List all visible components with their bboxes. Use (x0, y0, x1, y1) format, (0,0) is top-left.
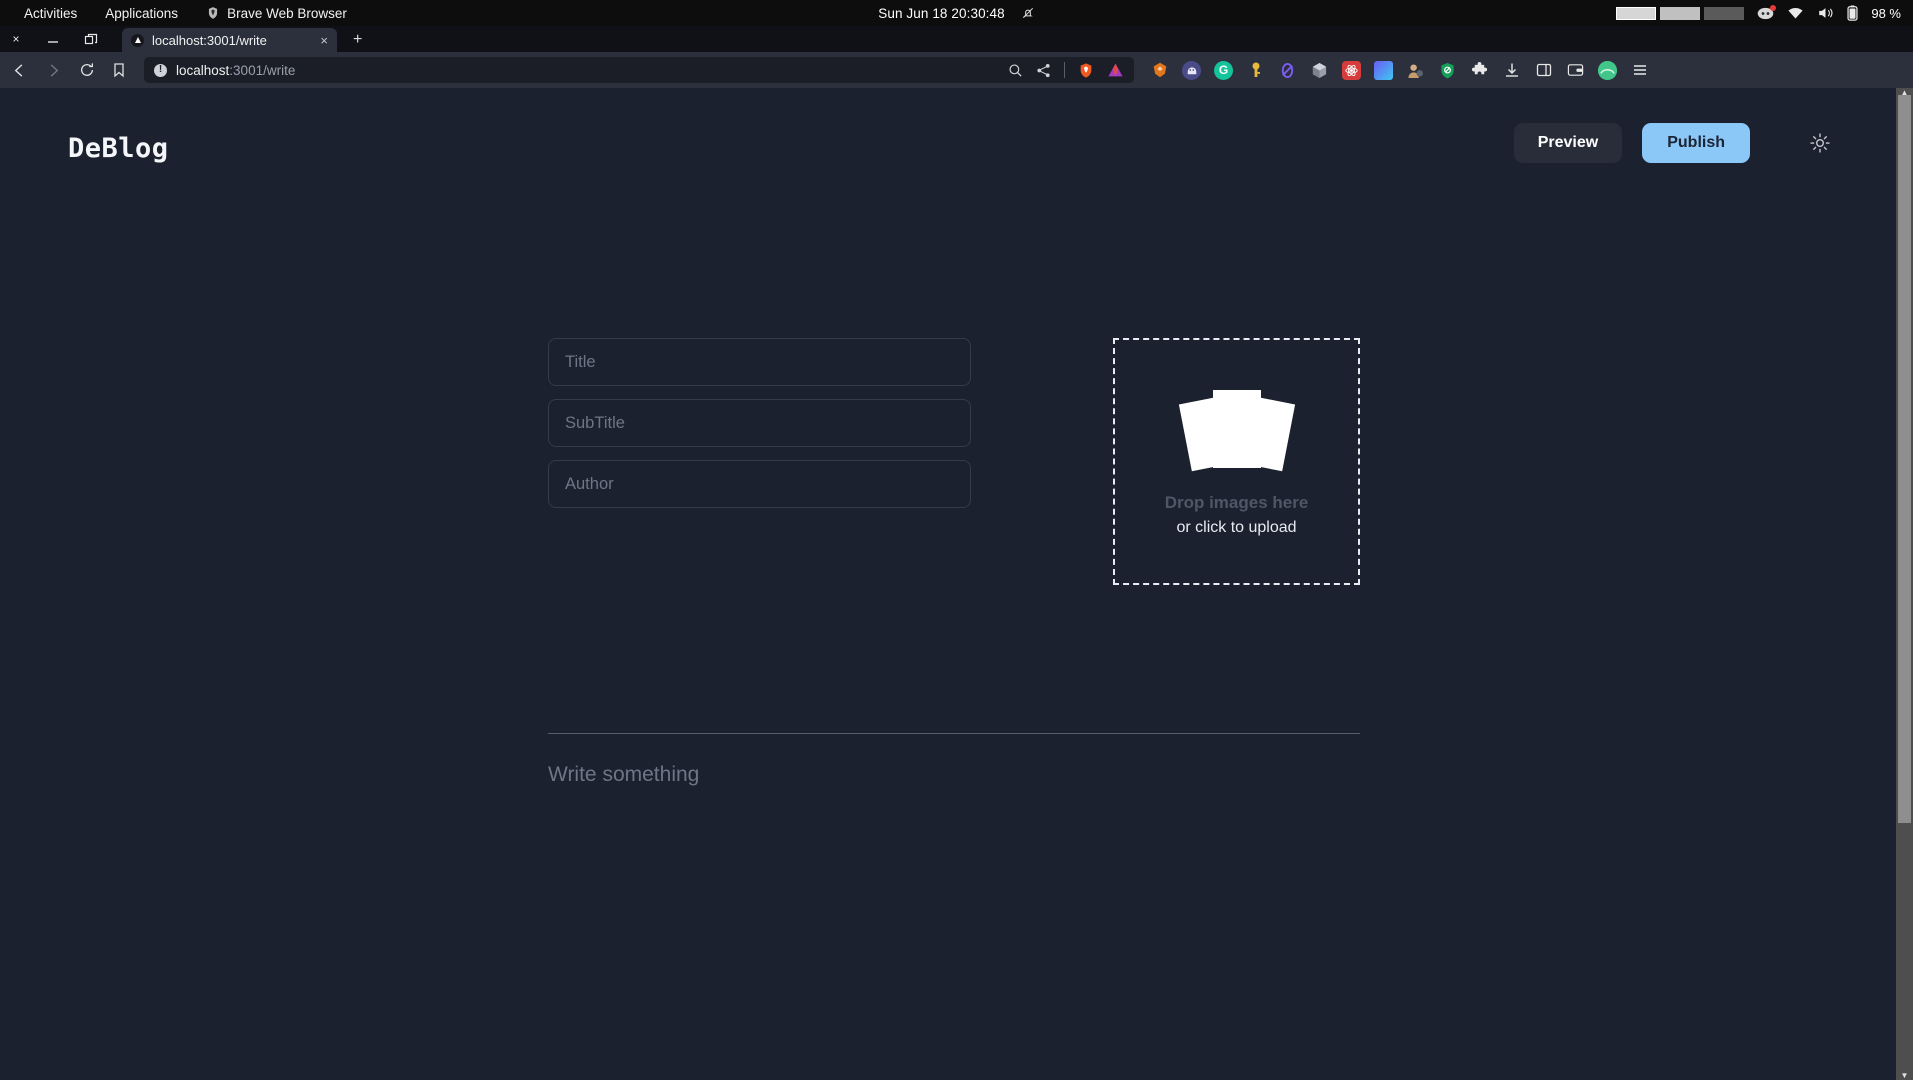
discord-badge (1770, 4, 1777, 11)
brave-lion-icon (206, 6, 220, 20)
phantom-wallet-icon[interactable] (1182, 60, 1201, 80)
subtitle-input[interactable] (548, 399, 971, 447)
dropzone-primary-label: Drop images here (1164, 493, 1309, 512)
workspace-indicators[interactable] (1616, 6, 1745, 20)
tab-title: localhost:3001/write (152, 32, 267, 48)
bell-muted-icon[interactable] (1021, 6, 1035, 20)
sun-icon[interactable] (1805, 128, 1835, 158)
preview-button[interactable]: Preview (1513, 123, 1623, 163)
address-bar[interactable]: ! localhost:3001/write (144, 57, 1134, 83)
title-input[interactable] (548, 338, 971, 386)
close-icon[interactable]: × (320, 33, 328, 48)
workspace-1[interactable] (1616, 6, 1657, 20)
system-top-bar: Activities Applications Brave Web Browse… (0, 0, 1913, 26)
brave-wallet-icon[interactable] (1566, 61, 1585, 80)
browser-tab[interactable]: localhost:3001/write × (122, 28, 337, 52)
extensions-puzzle-icon[interactable] (1470, 61, 1489, 80)
system-clock[interactable]: Sun Jun 18 20:30:48 (878, 6, 1005, 21)
url-text: localhost:3001/write (176, 63, 295, 78)
toolbar-divider (1064, 62, 1065, 78)
share-icon[interactable] (1036, 63, 1051, 78)
window-close-button[interactable]: × (8, 32, 24, 46)
page-content: DeBlog Preview Publish Title SubTitle Au… (0, 88, 1913, 1080)
brave-shield-icon[interactable] (1078, 62, 1094, 78)
header-actions: Preview Publish (1513, 123, 1835, 163)
window-maximize-button[interactable] (84, 33, 100, 45)
battery-percent: 98 % (1871, 5, 1901, 21)
publish-button[interactable]: Publish (1642, 123, 1750, 163)
window-minimize-button[interactable] (46, 33, 62, 45)
sidebar-toggle-icon[interactable] (1534, 61, 1553, 80)
applications-label: Applications (105, 5, 179, 21)
wifi-icon[interactable] (1787, 7, 1804, 20)
card-center (1212, 390, 1261, 468)
workspace-2[interactable] (1660, 6, 1701, 20)
browser-menu-icon[interactable] (1630, 61, 1649, 80)
site-info-icon[interactable]: ! (154, 63, 167, 77)
profile-extension-icon[interactable] (1406, 61, 1425, 80)
activities-button[interactable]: Activities (10, 0, 91, 26)
scroll-down-arrow[interactable]: ▼ (1899, 1071, 1910, 1080)
bookmark-icon[interactable] (112, 62, 126, 78)
active-app-label: Brave Web Browser (227, 5, 347, 21)
applications-menu[interactable]: Applications (91, 0, 192, 26)
brave-rewards-icon[interactable] (1107, 62, 1124, 78)
downloads-icon[interactable] (1502, 61, 1521, 80)
page-scrollbar[interactable]: ▲ ▼ (1896, 88, 1913, 1080)
url-path: :3001/write (229, 62, 296, 78)
back-icon[interactable] (4, 55, 34, 85)
body-editor-input[interactable] (548, 763, 1360, 1063)
active-app-menu[interactable]: Brave Web Browser (192, 0, 361, 26)
app-logo[interactable]: DeBlog (68, 133, 169, 164)
metamask-icon[interactable] (1150, 61, 1169, 80)
grammarly-icon[interactable]: G (1214, 60, 1233, 80)
battery-icon[interactable] (1847, 5, 1858, 21)
metadata-fields (548, 338, 971, 585)
ethereum-extension-icon[interactable] (1278, 61, 1297, 80)
browser-tab-strip: × localhost:3001/write × + (0, 26, 1913, 52)
activities-label: Activities (24, 5, 78, 21)
gradient-square-icon[interactable] (1374, 60, 1393, 80)
scrollbar-thumb[interactable] (1898, 95, 1911, 823)
dropzone-secondary-label: or click to upload (1176, 519, 1297, 536)
content-divider (548, 733, 1360, 734)
profile-avatar-icon[interactable] (1598, 60, 1617, 80)
triangle-circle-favicon (131, 33, 144, 47)
shield-extension-icon[interactable] (1438, 61, 1457, 80)
image-dropzone[interactable]: Drop images here or click to upload (1113, 338, 1360, 585)
app-header: DeBlog Preview Publish (0, 88, 1913, 198)
discord-icon[interactable] (1757, 4, 1777, 20)
search-zoom-icon[interactable] (1008, 63, 1023, 78)
stacked-images-icon (1177, 386, 1297, 472)
author-input[interactable] (548, 460, 971, 508)
reload-icon[interactable] (72, 55, 102, 85)
metadata-row: Drop images here or click to upload (548, 338, 1360, 585)
workspace-3[interactable] (1704, 6, 1745, 20)
new-tab-button[interactable]: + (353, 31, 362, 49)
cube-extension-icon[interactable] (1310, 61, 1329, 80)
extensions-toolbar: G (1150, 60, 1649, 80)
forward-icon[interactable] (38, 55, 68, 85)
browser-toolbar: ! localhost:3001/write G (0, 52, 1913, 88)
react-devtools-icon[interactable] (1342, 60, 1361, 80)
keeper-key-icon[interactable] (1246, 61, 1265, 80)
url-host: localhost (176, 62, 230, 78)
volume-icon[interactable] (1817, 6, 1834, 20)
